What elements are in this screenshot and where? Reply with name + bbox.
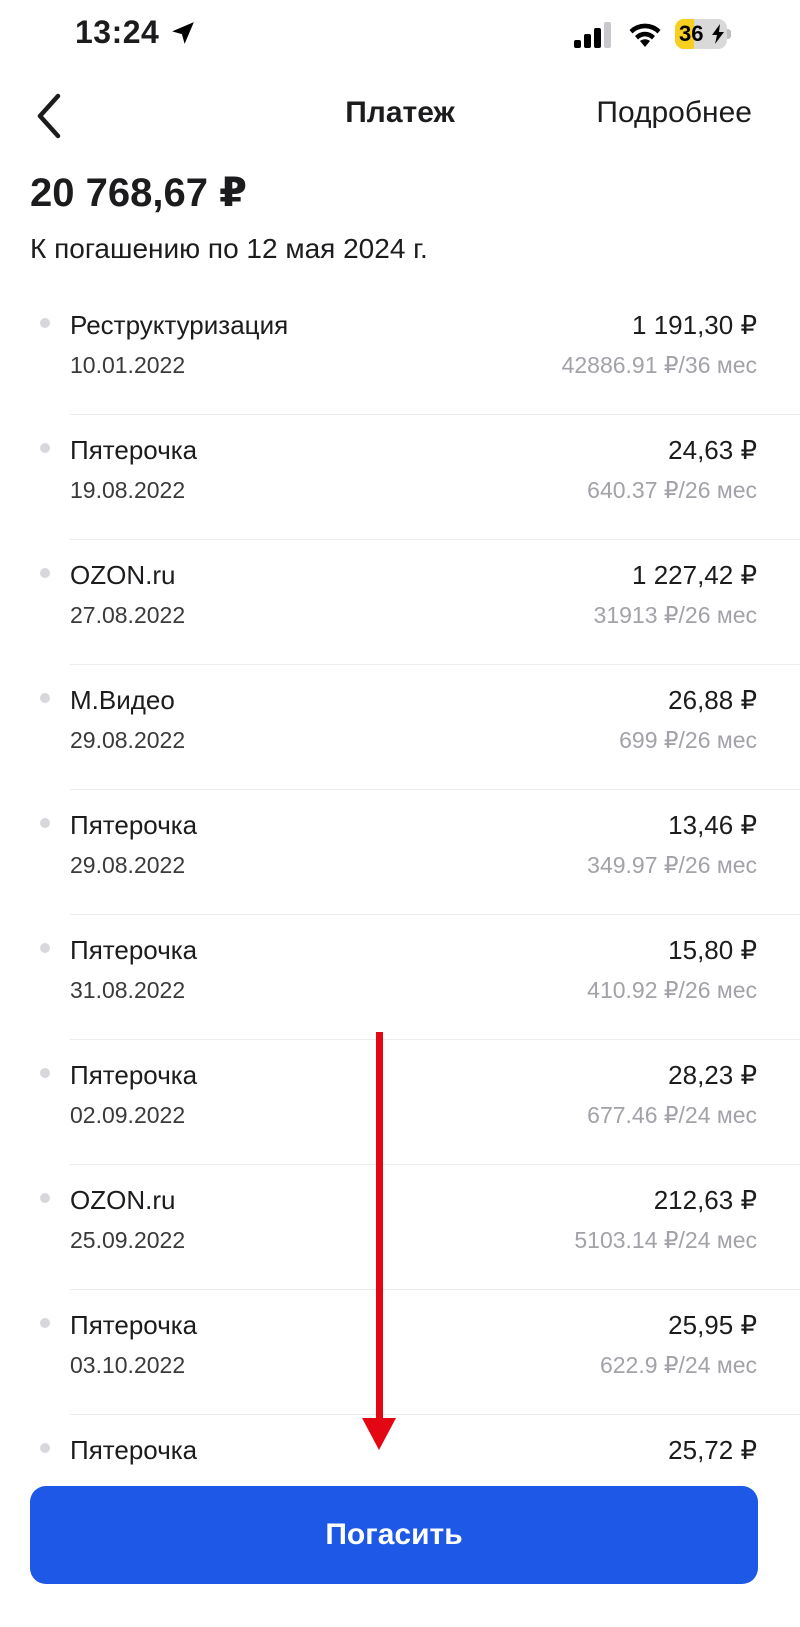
- payment-row[interactable]: Реструктуризация 10.01.2022 1 191,30 ₽ 4288…: [0, 290, 800, 415]
- payment-row[interactable]: OZON.ru 27.08.2022 1 227,42 ₽ 31913 ₽/26 ме…: [0, 540, 800, 665]
- payment-sum: 25,95 ₽: [668, 1310, 757, 1340]
- payment-row[interactable]: OZON.ru 25.09.2022 212,63 ₽ 5103.14 ₽/24 ме…: [0, 1165, 800, 1290]
- due-date-text: К погашению по 12 мая 2024 г.: [30, 233, 428, 264]
- payment-plan: 677.46 ₽/24 мес: [587, 1102, 757, 1128]
- payment-row[interactable]: Пятерочка 03.10.2022 25,95 ₽ 622.9 ₽/24 мес: [0, 1290, 800, 1415]
- pay-button[interactable]: Погасить: [30, 1486, 758, 1584]
- battery-level-text: 36: [679, 21, 704, 46]
- payment-sum: 24,63 ₽: [668, 435, 757, 465]
- payment-plan: 622.9 ₽/24 мес: [599, 1352, 757, 1378]
- payment-date: 29.08.2022: [70, 852, 186, 878]
- payment-date: 02.09.2022: [70, 1102, 186, 1128]
- payment-date: 31.08.2022: [70, 977, 186, 1003]
- payment-name: Пятерочка: [70, 1060, 198, 1090]
- payment-date: 27.08.2022: [70, 602, 186, 628]
- bullet-dot: [40, 818, 50, 828]
- payment-name: М.Видео: [70, 685, 175, 715]
- payment-date: 10.01.2022: [70, 352, 186, 378]
- total-amount: 20 768,67 ₽: [30, 171, 247, 215]
- payment-sum: 28,23 ₽: [668, 1060, 757, 1090]
- payment-name: OZON.ru: [70, 1185, 176, 1215]
- payment-row[interactable]: Пятерочка 02.09.2022 28,23 ₽ 677.46 ₽/24 ме…: [0, 1040, 800, 1165]
- payment-plan: 42886.91 ₽/36 мес: [561, 352, 757, 378]
- payment-sum: 1 227,42 ₽: [632, 560, 757, 590]
- payment-list: Реструктуризация 10.01.2022 1 191,30 ₽ 4288…: [0, 290, 800, 1540]
- payment-name: Пятерочка: [70, 810, 198, 840]
- payment-date: 19.08.2022: [70, 477, 186, 503]
- bullet-dot: [40, 1318, 50, 1328]
- payment-sum: 15,80 ₽: [668, 935, 757, 965]
- payment-row[interactable]: Пятерочка 31.08.2022 15,80 ₽ 410.92 ₽/26 ме…: [0, 915, 800, 1040]
- payment-name: Пятерочка: [70, 935, 198, 965]
- bolt-icon: [712, 24, 724, 44]
- status-bar: 13:24 36: [0, 0, 800, 70]
- payment-date: 03.10.2022: [70, 1352, 186, 1378]
- bullet-dot: [40, 1443, 50, 1453]
- bullet-dot: [40, 1068, 50, 1078]
- payment-plan: 5103.14 ₽/24 мес: [574, 1227, 757, 1253]
- bullet-dot: [40, 568, 50, 578]
- cellular-signal-icon: [574, 22, 611, 48]
- payment-sum: 13,46 ₽: [668, 810, 757, 840]
- payment-plan: 410.92 ₽/26 мес: [587, 977, 757, 1003]
- payment-name: Пятерочка: [70, 1435, 198, 1465]
- bullet-dot: [40, 443, 50, 453]
- payment-plan: 640.37 ₽/26 мес: [587, 477, 757, 503]
- payment-sum: 212,63 ₽: [653, 1185, 757, 1215]
- bullet-dot: [40, 318, 50, 328]
- payment-name: Реструктуризация: [70, 310, 289, 340]
- status-time: 13:24: [75, 14, 160, 50]
- payment-date: 25.09.2022: [70, 1227, 186, 1253]
- payment-row[interactable]: М.Видео 29.08.2022 26,88 ₽ 699 ₽/26 мес: [0, 665, 800, 790]
- annotation-arrow-shaft: [376, 1032, 383, 1422]
- bullet-dot: [40, 1193, 50, 1203]
- payment-plan: 349.97 ₽/26 мес: [587, 852, 757, 878]
- bullet-dot: [40, 693, 50, 703]
- payment-plan: 31913 ₽/26 мес: [593, 602, 757, 628]
- wifi-icon: [629, 23, 661, 47]
- payment-name: OZON.ru: [70, 560, 176, 590]
- payment-name: Пятерочка: [70, 435, 198, 465]
- payment-sum: 26,88 ₽: [668, 685, 757, 715]
- payment-row[interactable]: Пятерочка 29.08.2022 13,46 ₽ 349.97 ₽/26 ме…: [0, 790, 800, 915]
- payment-plan: 699 ₽/26 мес: [619, 727, 757, 753]
- battery-indicator: 36: [675, 19, 731, 49]
- bullet-dot: [40, 943, 50, 953]
- payment-name: Пятерочка: [70, 1310, 198, 1340]
- payment-sum: 25,72 ₽: [668, 1435, 757, 1465]
- payment-sum: 1 191,30 ₽: [632, 310, 757, 340]
- details-link[interactable]: Подробнее: [596, 96, 752, 130]
- payment-row[interactable]: Пятерочка 19.08.2022 24,63 ₽ 640.37 ₽/26 ме…: [0, 415, 800, 540]
- payment-date: 29.08.2022: [70, 727, 186, 753]
- annotation-arrow-head: [362, 1418, 396, 1450]
- location-arrow-icon: [172, 22, 194, 44]
